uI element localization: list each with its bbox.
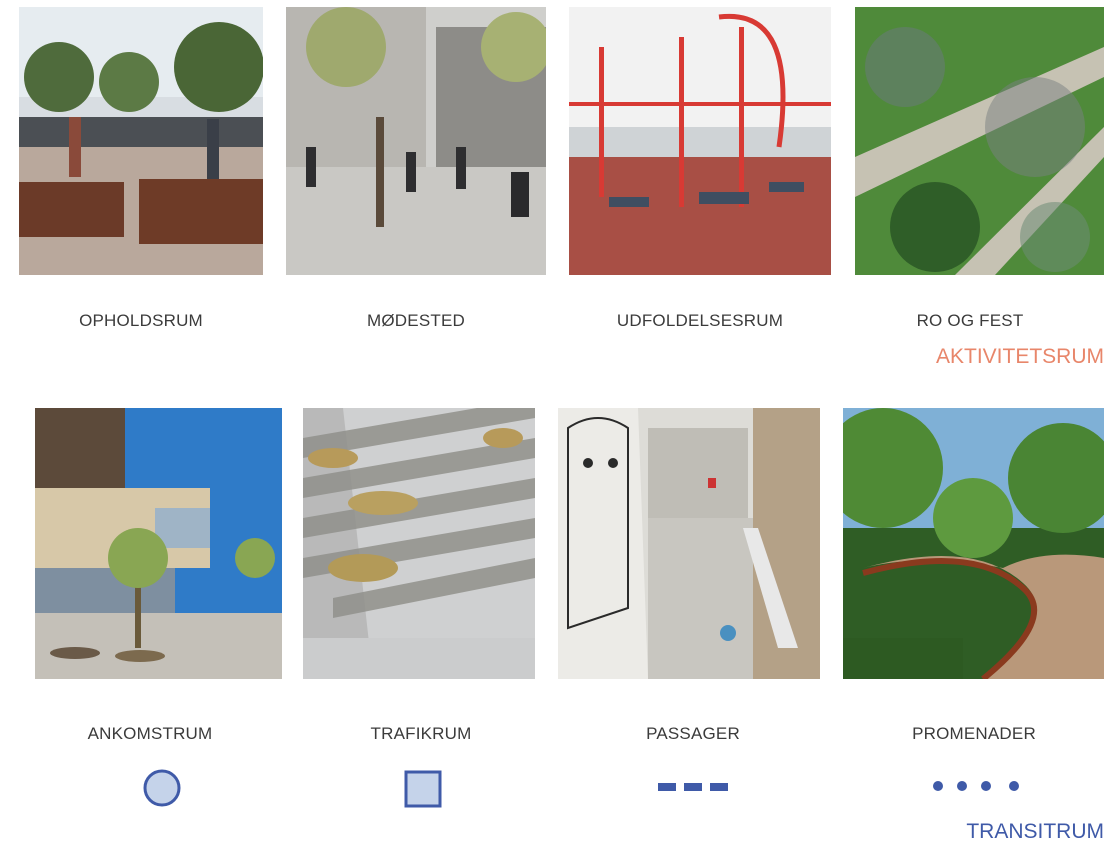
photo-trafikrum: [303, 408, 535, 679]
dotted-line-icon: [933, 781, 1019, 791]
photo-promenader: [843, 408, 1104, 679]
photo-opholdsrum: [19, 7, 263, 275]
square-icon: [404, 770, 442, 808]
circle-icon: [143, 769, 181, 807]
caption-ankomstrum: ANKOMSTRUM: [87, 724, 213, 743]
caption-passager: PASSAGER: [646, 724, 740, 743]
photo-moedested: [286, 7, 546, 275]
section-label-aktivitetsrum: AKTIVITETSRUM: [935, 345, 1104, 368]
section-label-transitrum: TRANSITRUM: [966, 820, 1104, 843]
photo-ro-og-fest: [855, 7, 1104, 275]
photo-passager: [558, 408, 820, 679]
caption-ro-og-fest: RO OG FEST: [916, 311, 1024, 330]
caption-opholdsrum: OPHOLDSRUM: [79, 311, 203, 330]
caption-udfoldelsesrum: UDFOLDELSESRUM: [616, 311, 784, 330]
photo-udfoldelsesrum: [569, 7, 831, 275]
photo-ankomstrum: [35, 408, 282, 679]
caption-trafikrum: TRAFIKRUM: [370, 724, 472, 743]
dashed-line-icon: [658, 783, 728, 791]
caption-moedested: MØDESTED: [367, 311, 465, 330]
caption-promenader: PROMENADER: [912, 724, 1036, 743]
